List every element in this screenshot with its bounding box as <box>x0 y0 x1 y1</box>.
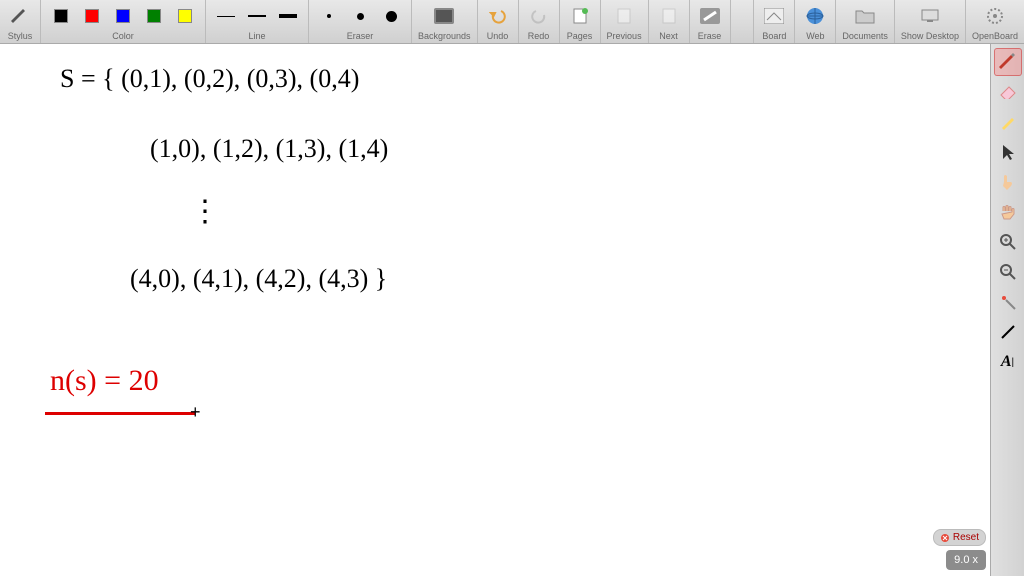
color-green[interactable] <box>140 3 168 29</box>
redo-group: Redo <box>519 0 560 43</box>
line-label: Line <box>248 31 265 41</box>
line-medium[interactable] <box>243 3 271 29</box>
zoom-indicator[interactable]: 9.0 x <box>946 550 986 570</box>
board-button[interactable] <box>760 3 788 29</box>
pages-group: Pages <box>560 0 601 43</box>
eraser-label: Eraser <box>347 31 374 41</box>
pages-button[interactable] <box>566 3 594 29</box>
handwriting-line-3: (4,0), (4,1), (4,2), (4,3) } <box>130 264 387 294</box>
eraser-medium[interactable] <box>346 3 374 29</box>
line-tool[interactable] <box>994 318 1022 346</box>
documents-button[interactable] <box>851 3 879 29</box>
stylus-label: Stylus <box>8 31 33 41</box>
handwriting-ellipsis: ⋮ <box>190 194 220 229</box>
openboard-label: OpenBoard <box>972 31 1018 41</box>
line-thin[interactable] <box>212 3 240 29</box>
zoom-out-tool[interactable] <box>994 258 1022 286</box>
show-desktop-button[interactable] <box>916 3 944 29</box>
reset-label: Reset <box>953 532 979 543</box>
openboard-button[interactable] <box>981 3 1009 29</box>
backgrounds-label: Backgrounds <box>418 31 471 41</box>
text-tool[interactable]: A| <box>994 348 1022 376</box>
line-thick[interactable] <box>274 3 302 29</box>
color-label: Color <box>112 31 134 41</box>
next-button[interactable] <box>655 3 683 29</box>
toolbar-spacer <box>731 0 755 43</box>
pages-label: Pages <box>567 31 593 41</box>
web-button[interactable] <box>801 3 829 29</box>
crosshair-cursor: + <box>190 402 201 423</box>
color-yellow[interactable] <box>171 3 199 29</box>
right-toolbar: A| <box>990 44 1024 576</box>
eraser-size-group: Eraser <box>309 0 412 43</box>
undo-group: Undo <box>478 0 519 43</box>
undo-button[interactable] <box>484 3 512 29</box>
openboard-group: OpenBoard <box>966 0 1024 43</box>
color-black[interactable] <box>47 3 75 29</box>
close-icon <box>940 533 950 543</box>
reset-badge[interactable]: Reset <box>933 529 986 546</box>
highlighter-tool[interactable] <box>994 108 1022 136</box>
handwriting-result: n(s) = 20 <box>50 364 159 398</box>
redo-button[interactable] <box>525 3 553 29</box>
show-desktop-group: Show Desktop <box>895 0 966 43</box>
documents-label: Documents <box>842 31 888 41</box>
handwriting-line-2: (1,0), (1,2), (1,3), (1,4) <box>150 134 388 164</box>
hand-point-tool[interactable] <box>994 168 1022 196</box>
color-group: Color <box>41 0 206 43</box>
color-red[interactable] <box>78 3 106 29</box>
grab-tool[interactable] <box>994 198 1022 226</box>
stylus-group: Stylus <box>0 0 41 43</box>
pen-tool[interactable] <box>994 48 1022 76</box>
pointer-tool[interactable] <box>994 138 1022 166</box>
board-group: Board <box>754 0 795 43</box>
line-group: Line <box>206 0 309 43</box>
red-underline <box>45 412 195 415</box>
backgrounds-group: Backgrounds <box>412 0 478 43</box>
stylus-pen-icon[interactable] <box>6 3 34 29</box>
board-label: Board <box>762 31 786 41</box>
next-label: Next <box>659 31 678 41</box>
next-group: Next <box>649 0 690 43</box>
eraser-large[interactable] <box>377 3 405 29</box>
handwriting-line-1: S = { (0,1), (0,2), (0,3), (0,4) <box>60 64 359 94</box>
whiteboard-canvas[interactable]: S = { (0,1), (0,2), (0,3), (0,4) (1,0), … <box>0 44 990 576</box>
eraser-tool[interactable] <box>994 78 1022 106</box>
eraser-small[interactable] <box>315 3 343 29</box>
documents-group: Documents <box>836 0 895 43</box>
backgrounds-button[interactable] <box>430 3 458 29</box>
erase-label: Erase <box>698 31 722 41</box>
show-desktop-label: Show Desktop <box>901 31 959 41</box>
previous-label: Previous <box>607 31 642 41</box>
previous-button[interactable] <box>610 3 638 29</box>
web-group: Web <box>795 0 836 43</box>
color-blue[interactable] <box>109 3 137 29</box>
web-label: Web <box>806 31 824 41</box>
laser-tool[interactable] <box>994 288 1022 316</box>
erase-button[interactable] <box>696 3 724 29</box>
redo-label: Redo <box>528 31 550 41</box>
undo-label: Undo <box>487 31 509 41</box>
previous-group: Previous <box>601 0 649 43</box>
top-toolbar: Stylus Color Line Eraser Backgrounds <box>0 0 1024 44</box>
erase-group: Erase <box>690 0 731 43</box>
zoom-in-tool[interactable] <box>994 228 1022 256</box>
